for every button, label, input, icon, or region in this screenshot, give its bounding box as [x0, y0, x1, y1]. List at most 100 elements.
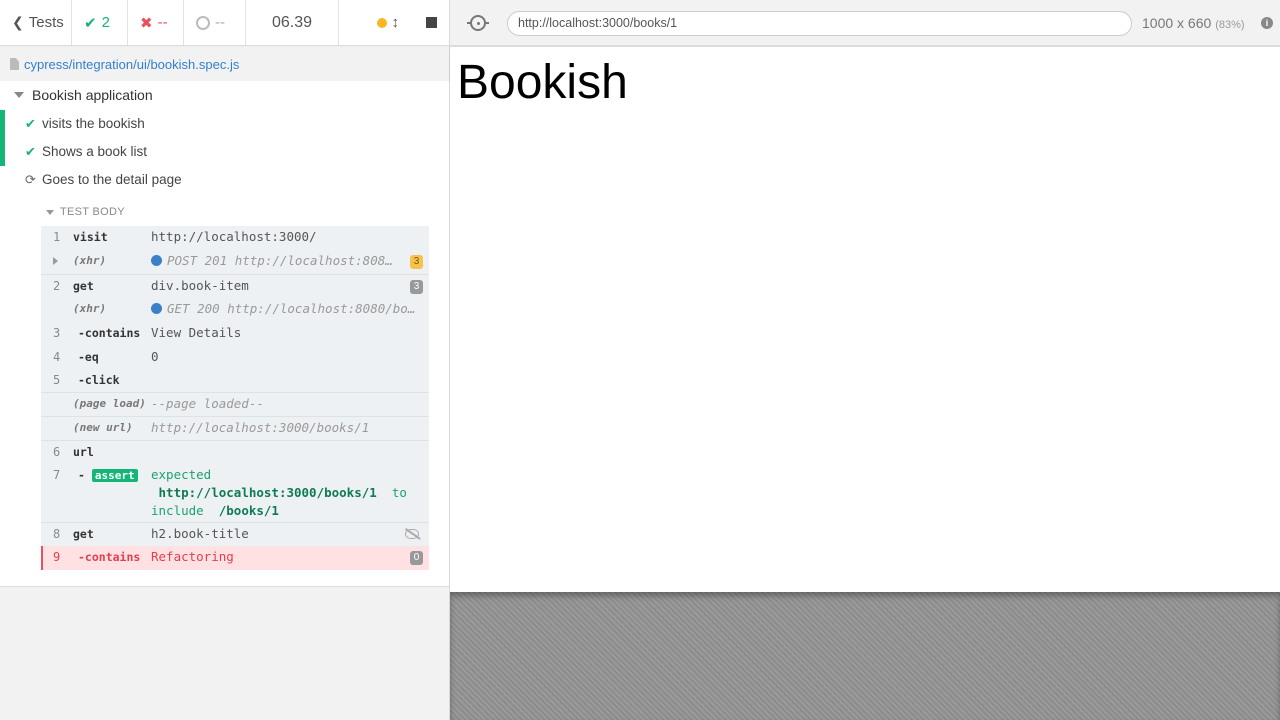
count-badge: 3 [410, 255, 423, 269]
command-row[interactable]: 2 get div.book-item 3 [41, 274, 429, 298]
command-number: 6 [53, 445, 61, 459]
expand-arrow-icon[interactable] [53, 257, 58, 265]
suite-label: Bookish application [32, 87, 153, 103]
tests-back-button[interactable]: ❮ Tests [0, 0, 72, 45]
assert-include: include [151, 503, 204, 518]
pending-circle-icon [196, 15, 210, 30]
auto-scroll-toggle-icon[interactable]: ↕ [392, 14, 400, 31]
xhr-text: GET 200 http://localhost:8080/books [167, 301, 417, 316]
command-message: http://localhost:3000/books/1 [151, 420, 370, 435]
caret-down-icon [46, 209, 54, 215]
test-body-header[interactable]: TEST BODY [46, 206, 125, 218]
cypress-runner: ❮ Tests ✔ 2 ✖ -- -- 06.39 ↕ cypress/inte… [0, 0, 1280, 720]
passed-stat: ✔ 2 [72, 0, 128, 45]
command-row[interactable]: (xhr) GET 200 http://localhost:8080/book… [41, 298, 429, 322]
command-name: - assert [78, 468, 138, 482]
file-icon [10, 58, 19, 70]
count-badge: 0 [410, 551, 423, 565]
viewport-info: 1000 x 660 (83%) [1142, 15, 1245, 31]
reporter-panel: ❮ Tests ✔ 2 ✖ -- -- 06.39 ↕ cypress/inte… [0, 0, 450, 720]
assert-expected: expected [151, 467, 212, 482]
assert-message: expected http://localhost:3000/books/1 t… [151, 466, 421, 520]
eye-slash-icon [405, 529, 419, 539]
check-icon: ✔ [25, 116, 36, 131]
command-name: visit [73, 230, 108, 244]
command-message: Refactoring [151, 549, 234, 564]
assert-actual: http://localhost:3000/books/1 [158, 485, 377, 500]
passed-bar [0, 138, 5, 166]
command-name: get [73, 279, 94, 293]
command-name: (page load) [73, 397, 146, 410]
refresh-icon: ⟳ [25, 172, 36, 187]
command-row-failed[interactable]: 9 -contains Refactoring 0 [41, 546, 429, 570]
x-icon: ✖ [140, 14, 153, 32]
command-name: (new url) [73, 421, 133, 434]
assert-pill: assert [91, 469, 138, 482]
command-row[interactable]: 6 url [41, 440, 429, 464]
app-under-test: http://localhost:3000/books/1 1000 x 660… [450, 0, 1280, 720]
command-row[interactable]: 7 - assert expected http://localhost:300… [41, 464, 429, 522]
page-heading: Bookish [457, 56, 628, 109]
command-name: (xhr) [73, 302, 107, 315]
assert-expected-value: /books/1 [218, 503, 279, 518]
command-row[interactable]: 8 get h2.book-title [41, 522, 429, 546]
test-item[interactable]: ✔ Shows a book list [0, 138, 449, 166]
duration-timer: 06.39 [246, 0, 339, 45]
command-message: h2.book-title [151, 526, 249, 541]
selector-playground-icon[interactable] [467, 15, 489, 31]
stop-button[interactable] [426, 17, 437, 28]
command-message: GET 200 http://localhost:8080/books [151, 301, 417, 316]
test-label: Shows a book list [42, 144, 148, 159]
failed-stat: ✖ -- [128, 0, 184, 45]
command-number: 5 [53, 373, 61, 387]
command-message: --page loaded-- [151, 396, 264, 411]
command-name: -click [78, 373, 120, 387]
viewport-size: 1000 x 660 [1142, 15, 1212, 31]
viewport-scale: (83%) [1215, 19, 1245, 31]
command-number: 4 [53, 350, 61, 364]
aut-iframe: Bookish [450, 47, 1280, 592]
command-row[interactable]: 3 -contains View Details [41, 322, 429, 346]
check-icon: ✔ [25, 144, 36, 159]
pending-stat: -- [184, 0, 246, 45]
command-name: -eq [78, 350, 99, 364]
test-label: Goes to the detail page [42, 172, 182, 187]
tests-label: Tests [28, 14, 64, 31]
command-row[interactable]: (new url) http://localhost:3000/books/1 [41, 416, 429, 440]
aut-background [450, 592, 1280, 720]
url-bar[interactable]: http://localhost:3000/books/1 [507, 11, 1132, 36]
command-log: 1 visit http://localhost:3000/ (xhr) POS… [41, 226, 429, 570]
command-number: 3 [53, 326, 61, 340]
xhr-dot-icon [151, 303, 162, 314]
command-number: 2 [53, 279, 61, 293]
command-row[interactable]: 5 -click [41, 369, 429, 392]
xhr-dot-icon [151, 255, 162, 266]
command-number: 9 [53, 550, 61, 564]
command-name: get [73, 527, 94, 541]
command-number: 8 [53, 527, 61, 541]
command-row[interactable]: (page load) --page loaded-- [41, 392, 429, 416]
pending-count: -- [215, 14, 225, 31]
chevron-left-icon: ❮ [12, 14, 24, 30]
reporter-header: ❮ Tests ✔ 2 ✖ -- -- 06.39 ↕ [0, 0, 449, 46]
test-item[interactable]: ⟳ Goes to the detail page [0, 166, 449, 194]
command-row[interactable]: 4 -eq 0 [41, 346, 429, 369]
check-icon: ✔ [84, 14, 97, 32]
command-row[interactable]: (xhr) POST 201 http://localhost:8080/boo… [41, 250, 429, 274]
suite-title[interactable]: Bookish application [14, 87, 153, 103]
test-body-label: TEST BODY [60, 206, 125, 218]
runnables: Bookish application ✔ visits the bookish… [0, 81, 449, 587]
command-row[interactable]: 1 visit http://localhost:3000/ [41, 226, 429, 250]
info-icon[interactable]: i [1261, 17, 1273, 29]
failed-count: -- [157, 14, 168, 31]
run-controls: ↕ [339, 0, 449, 45]
command-message: http://localhost:3000/ [151, 229, 317, 244]
command-name: url [73, 445, 94, 459]
count-badge: 3 [410, 280, 423, 294]
caret-down-icon [14, 92, 24, 98]
spec-file-link[interactable]: cypress/integration/ui/bookish.spec.js [24, 57, 239, 72]
test-item[interactable]: ✔ visits the bookish [0, 110, 449, 138]
command-name: (xhr) [73, 254, 107, 267]
command-message: div.book-item [151, 278, 249, 293]
test-label: visits the bookish [42, 116, 145, 131]
